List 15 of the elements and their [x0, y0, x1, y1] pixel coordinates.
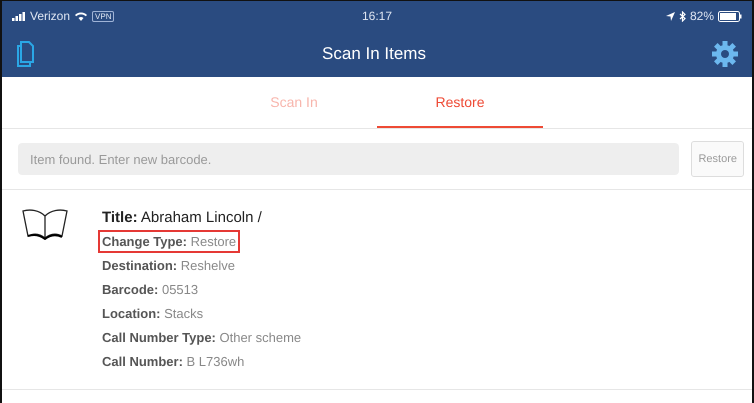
item-detail: Change Type: Restore: [98, 230, 240, 253]
item-detail: Call Number Type: Other scheme: [101, 329, 302, 347]
item-detail: Destination: Reshelve: [101, 257, 236, 275]
tab[interactable]: Restore: [377, 77, 543, 128]
barcode-field[interactable]: Item found. Enter new barcode.: [18, 143, 680, 175]
item-title: Title: Abraham Lincoln /: [101, 208, 263, 228]
carrier-name: Verizon: [30, 9, 70, 23]
tab[interactable]: Scan In: [211, 77, 377, 128]
battery-percent: 82%: [690, 9, 714, 23]
item-detail: Barcode: 05513: [101, 281, 200, 299]
item-detail: Location: Stacks: [101, 305, 204, 323]
screen-title: Scan In Items: [322, 44, 426, 64]
vpn-badge: VPN: [92, 10, 114, 22]
clock-time: 16:17: [362, 9, 392, 23]
item-detail: Call Number: B L736wh: [101, 353, 246, 371]
